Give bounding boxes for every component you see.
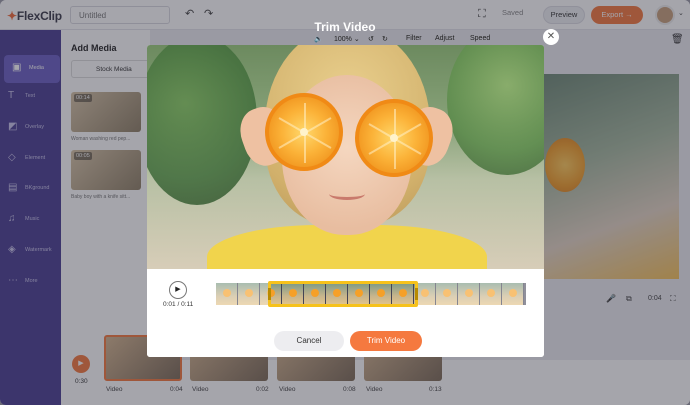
trim-end-handle[interactable] bbox=[415, 288, 418, 300]
adjust-button[interactable]: Adjust bbox=[435, 35, 454, 42]
trim-start-handle[interactable] bbox=[268, 288, 271, 300]
speed-button[interactable]: Speed bbox=[470, 35, 490, 42]
volume-icon[interactable]: 🔈 bbox=[314, 35, 323, 43]
modal-title: Trim Video bbox=[314, 20, 376, 34]
trim-video-button[interactable]: Trim Video bbox=[350, 331, 422, 351]
modal-toolbar: 🔈 100% ⌄ ↺ ↻ Filter Adjust Speed bbox=[310, 35, 510, 47]
trim-video-dialog: ▶ 0:01 / 0:11 Cancel Trim Video bbox=[147, 45, 544, 357]
rotate-right-icon[interactable]: ↻ bbox=[382, 35, 388, 43]
trimmed-out-region bbox=[216, 283, 268, 305]
orange-slice-left bbox=[265, 93, 343, 171]
trimmed-out-region bbox=[418, 283, 526, 305]
girl-smile bbox=[329, 188, 365, 200]
play-button[interactable]: ▶ bbox=[169, 281, 187, 299]
orange-slice-right bbox=[355, 99, 433, 177]
trim-controls: ▶ 0:01 / 0:11 Cancel Trim Video bbox=[147, 269, 544, 357]
rotate-left-icon[interactable]: ↺ bbox=[368, 35, 374, 43]
time-readout: 0:01 / 0:11 bbox=[163, 301, 194, 308]
video-preview bbox=[147, 45, 544, 269]
close-icon[interactable]: ✕ bbox=[543, 29, 559, 45]
filter-button[interactable]: Filter bbox=[406, 35, 422, 42]
trim-selection[interactable] bbox=[268, 281, 418, 307]
background-foliage bbox=[447, 45, 544, 175]
zoom-select[interactable]: 100% ⌄ bbox=[334, 35, 360, 43]
cancel-button[interactable]: Cancel bbox=[274, 331, 344, 351]
